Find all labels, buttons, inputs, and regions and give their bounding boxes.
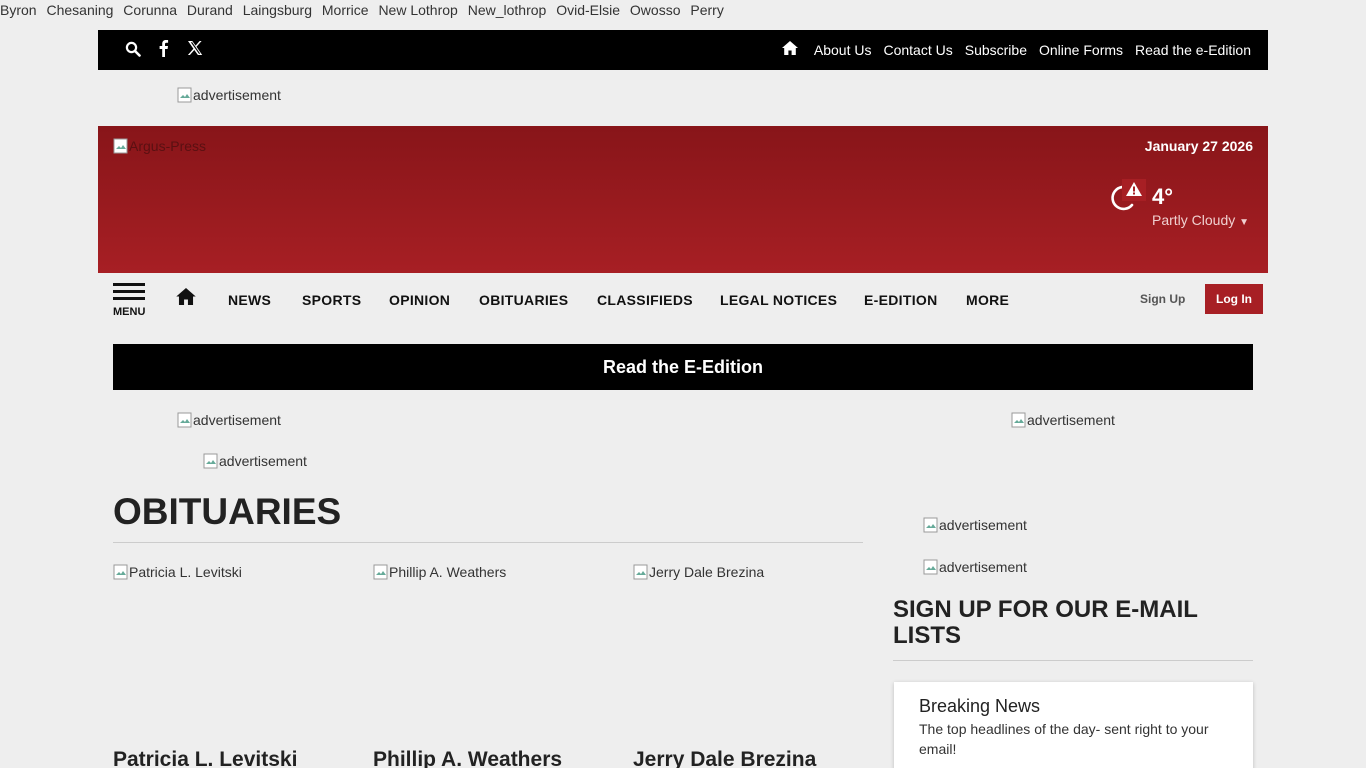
broken-image-icon (923, 559, 939, 575)
advertisement-alt: advertisement (193, 87, 281, 103)
nav-more[interactable]: MORE (966, 292, 1009, 308)
online-forms-link[interactable]: Online Forms (1039, 42, 1123, 58)
nav-e-edition[interactable]: E-EDITION (864, 292, 937, 308)
advertisement-alt: advertisement (939, 559, 1027, 575)
town-link[interactable]: New_lothrop (468, 2, 547, 18)
town-link[interactable]: Laingsburg (243, 2, 312, 18)
advertisement-alt: advertisement (193, 412, 281, 428)
town-link[interactable]: Morrice (322, 2, 369, 18)
town-link[interactable]: Chesaning (46, 2, 113, 18)
newsletter-description: The top headlines of the day- sent right… (919, 721, 1209, 757)
obituary-image-alt: Phillip A. Weathers (389, 564, 507, 580)
broken-image-icon (633, 564, 649, 580)
sign-up-link[interactable]: Sign Up (1140, 292, 1185, 306)
subscribe-link[interactable]: Subscribe (965, 42, 1027, 58)
temperature: 4° (1152, 184, 1174, 209)
nav-sports[interactable]: SPORTS (302, 292, 361, 308)
advertisement-sidebar[interactable]: advertisement (923, 559, 1027, 575)
obituary-image[interactable]: Phillip A. Weathers (373, 564, 506, 580)
broken-image-icon (373, 564, 389, 580)
broken-image-icon (203, 453, 219, 469)
advertisement-alt: advertisement (939, 517, 1027, 533)
broken-image-icon (177, 412, 193, 428)
obituary-name-link[interactable]: Phillip A. Weathers (373, 748, 562, 768)
advertisement-alt: advertisement (1027, 412, 1115, 428)
read-eedition-link[interactable]: Read the e-Edition (1135, 42, 1251, 58)
sidebar-divider (893, 660, 1253, 661)
newsletter-card[interactable]: Breaking News The top headlines of the d… (894, 682, 1253, 768)
site-logo[interactable]: Argus-Press (113, 138, 206, 154)
nav-obituaries[interactable]: OBITUARIES (479, 292, 568, 308)
log-in-button[interactable]: Log In (1205, 284, 1263, 314)
obituary-image-alt: Patricia L. Levitski (129, 564, 242, 580)
advertisement-sidebar[interactable]: advertisement (923, 517, 1027, 533)
nav-legal-notices[interactable]: LEGAL NOTICES (720, 292, 837, 308)
search-icon[interactable] (125, 40, 141, 63)
menu-label[interactable]: MENU (113, 306, 145, 318)
section-title: OBITUARIES (113, 491, 342, 532)
top-bar: About Us Contact Us Subscribe Online For… (98, 30, 1268, 70)
masthead: Argus-Press January 27 2026 4° Partly Cl… (98, 126, 1268, 273)
town-link[interactable]: Byron (0, 2, 37, 18)
town-link[interactable]: Corunna (123, 2, 177, 18)
newsletter-title: Breaking News (919, 696, 1041, 716)
advertisement-alt: advertisement (219, 453, 307, 469)
home-icon[interactable] (781, 41, 798, 58)
x-icon[interactable] (187, 40, 203, 61)
obituary-image-alt: Jerry Dale Brezina (649, 564, 765, 580)
weather-condition[interactable]: Partly Cloudy ▼ (1152, 212, 1249, 228)
caret-down-icon: ▼ (1239, 217, 1250, 228)
town-link[interactable]: Perry (690, 2, 723, 18)
current-date: January 27 2026 (1144, 138, 1253, 154)
nav-opinion[interactable]: OPINION (389, 292, 450, 308)
about-us-link[interactable]: About Us (814, 42, 872, 58)
obituary-image[interactable]: Patricia L. Levitski (113, 564, 242, 580)
town-link[interactable]: New Lothrop (378, 2, 457, 18)
weather-widget[interactable]: 4° Partly Cloudy ▼ (1108, 179, 1253, 231)
top-links: About Us Contact Us Subscribe Online For… (781, 41, 1251, 58)
contact-us-link[interactable]: Contact Us (883, 42, 952, 58)
section-divider (113, 542, 863, 543)
facebook-icon[interactable] (158, 39, 169, 62)
read-eedition-banner[interactable]: Read the E-Edition (113, 344, 1253, 390)
weather-alert-icon[interactable] (1122, 179, 1146, 201)
advertisement-left[interactable]: advertisement (177, 412, 281, 428)
town-links: Byron Chesaning Corunna Durand Laingsbur… (0, 2, 730, 18)
broken-image-icon (1011, 412, 1027, 428)
obituary-name-link[interactable]: Jerry Dale Brezina (633, 748, 816, 768)
advertisement-right[interactable]: advertisement (1011, 412, 1115, 428)
obituary-name-link[interactable]: Patricia L. Levitski (113, 748, 297, 768)
broken-image-icon (113, 564, 129, 580)
home-icon[interactable] (176, 288, 196, 310)
logo-alt-text: Argus-Press (129, 138, 207, 154)
advertisement-inline[interactable]: advertisement (203, 453, 307, 469)
advertisement-top[interactable]: advertisement (177, 87, 281, 103)
obituary-image[interactable]: Jerry Dale Brezina (633, 564, 764, 580)
main-nav: MENU NEWS SPORTS OPINION OBITUARIES CLAS… (98, 273, 1268, 325)
broken-image-icon (923, 517, 939, 533)
town-link[interactable]: Ovid-Elsie (556, 2, 620, 18)
broken-image-icon (177, 87, 193, 103)
nav-classifieds[interactable]: CLASSIFIEDS (597, 292, 693, 308)
nav-news[interactable]: NEWS (228, 292, 271, 308)
broken-image-icon (113, 138, 129, 154)
town-link[interactable]: Owosso (630, 2, 681, 18)
email-lists-heading: SIGN UP FOR OUR E-MAIL LISTS (893, 596, 1198, 649)
hamburger-menu-icon[interactable] (113, 283, 145, 304)
town-link[interactable]: Durand (187, 2, 233, 18)
